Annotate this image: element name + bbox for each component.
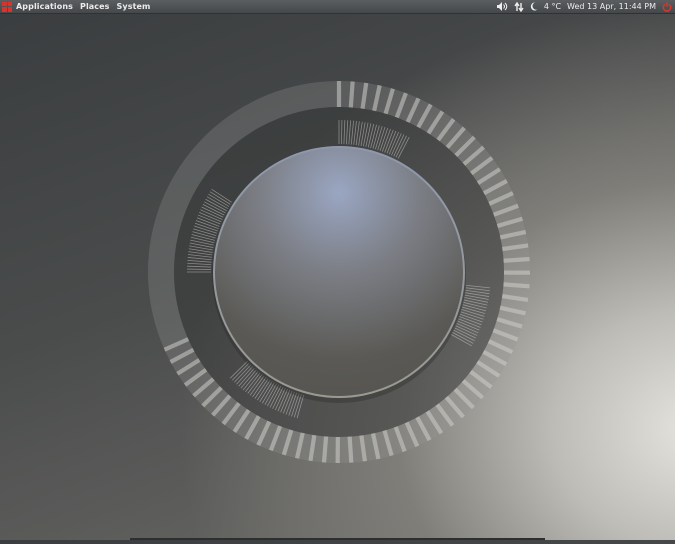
- clock-label[interactable]: Wed 13 Apr, 11:44 PM: [567, 0, 656, 13]
- menu-places[interactable]: Places: [80, 0, 110, 13]
- panel-menus: Applications Places System: [2, 0, 157, 13]
- panel-indicators: 4 °C Wed 13 Apr, 11:44 PM: [491, 0, 672, 13]
- outer-ring-tick: [324, 436, 326, 462]
- outer-ring-tick: [350, 437, 352, 463]
- applications-menu-icon[interactable]: [2, 2, 12, 12]
- outer-ring-tick: [504, 284, 530, 286]
- top-panel: Applications Places System 4 °C Wed 13 A…: [0, 0, 675, 14]
- outer-ring-tick: [504, 259, 530, 261]
- center-sphere: [215, 148, 463, 396]
- moon-icon[interactable]: [530, 2, 538, 11]
- menu-applications[interactable]: Applications: [16, 0, 73, 13]
- circular-system-monitor: [0, 14, 675, 540]
- outer-ring-tick: [351, 81, 353, 107]
- temperature-label[interactable]: 4 °C: [544, 0, 561, 13]
- volume-icon[interactable]: [497, 2, 508, 11]
- menu-system[interactable]: System: [117, 0, 151, 13]
- power-icon[interactable]: [662, 2, 672, 12]
- network-transfer-icon[interactable]: [514, 2, 524, 12]
- desktop: [0, 14, 675, 540]
